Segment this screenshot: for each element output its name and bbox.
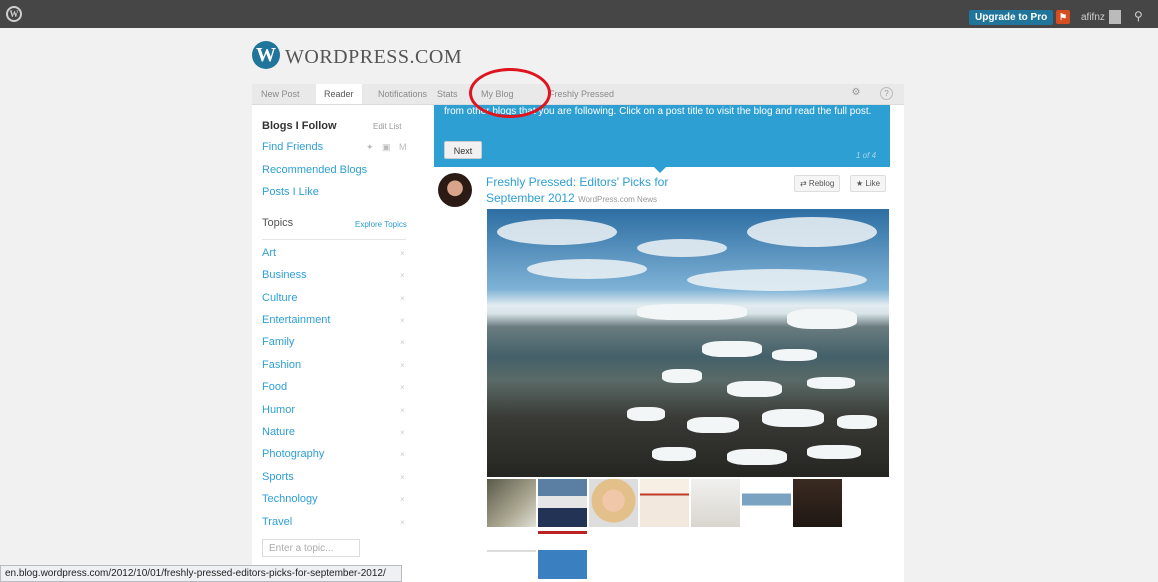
remove-topic-icon[interactable]: × xyxy=(400,473,405,482)
ice-chunk xyxy=(627,407,665,421)
remove-topic-icon[interactable]: × xyxy=(400,495,405,504)
browser-status-bar: en.blog.wordpress.com/2012/10/01/freshly… xyxy=(0,565,402,582)
cloud xyxy=(747,217,877,247)
divider xyxy=(262,239,406,240)
ice-chunk xyxy=(727,381,782,397)
like-button[interactable]: ★ Like xyxy=(850,175,887,192)
post-thumbnails xyxy=(487,479,847,582)
wordpress-logo-icon: W xyxy=(252,41,280,69)
remove-topic-icon[interactable]: × xyxy=(400,518,405,527)
tab-notifications[interactable]: Notifications xyxy=(378,84,427,104)
author-avatar[interactable] xyxy=(438,173,472,207)
username-link[interactable]: afifnz xyxy=(1081,10,1105,25)
reader-main: from other blogs that you are following.… xyxy=(416,105,904,582)
help-icon[interactable]: ? xyxy=(880,87,893,100)
ice-chunk xyxy=(807,377,855,389)
topic-sports[interactable]: Sports xyxy=(262,471,294,483)
remove-topic-icon[interactable]: × xyxy=(400,406,405,415)
recommended-blogs-link[interactable]: Recommended Blogs xyxy=(262,164,367,176)
reader-sidebar: Blogs I Follow Edit List Find Friends ✦ … xyxy=(252,105,416,582)
ice-chunk xyxy=(687,417,739,433)
tab-new-post[interactable]: New Post xyxy=(261,84,300,104)
thumbnail-image[interactable] xyxy=(793,479,842,527)
topic-travel[interactable]: Travel xyxy=(262,516,292,528)
tour-step-counter: 1 of 4 xyxy=(856,151,877,160)
remove-topic-icon[interactable]: × xyxy=(400,428,405,437)
post-title-block[interactable]: Freshly Pressed: Editors' Picks for Sept… xyxy=(486,174,706,208)
explore-topics-link[interactable]: Explore Topics xyxy=(355,220,407,229)
remove-topic-icon[interactable]: × xyxy=(400,450,405,459)
ice-chunk xyxy=(837,415,877,429)
topic-nature[interactable]: Nature xyxy=(262,426,295,438)
thumbnail-image[interactable] xyxy=(589,479,638,527)
social-icons[interactable]: ✦ ▣ M xyxy=(366,142,410,153)
topic-entertainment[interactable]: Entertainment xyxy=(262,314,330,326)
edit-list-link[interactable]: Edit List xyxy=(373,122,401,131)
tab-stats[interactable]: Stats xyxy=(437,84,458,104)
admin-bar: W Upgrade to Pro ⚑ afifnz ⚲ xyxy=(0,0,1158,28)
topic-input[interactable]: Enter a topic... xyxy=(262,539,360,557)
thumbnail-image[interactable] xyxy=(691,479,740,527)
remove-topic-icon[interactable]: × xyxy=(400,338,405,347)
topic-photography[interactable]: Photography xyxy=(262,448,324,460)
cloud xyxy=(527,259,647,279)
cloud xyxy=(497,219,617,245)
cloud xyxy=(687,269,867,291)
topic-technology[interactable]: Technology xyxy=(262,493,318,505)
remove-topic-icon[interactable]: × xyxy=(400,294,405,303)
topic-art[interactable]: Art xyxy=(262,247,276,259)
topic-humor[interactable]: Humor xyxy=(262,404,295,416)
topic-culture[interactable]: Culture xyxy=(262,292,297,304)
upgrade-to-pro-button[interactable]: Upgrade to Pro xyxy=(969,10,1054,25)
reblog-button[interactable]: ⇄ Reblog xyxy=(794,175,841,192)
posts-i-like-link[interactable]: Posts I Like xyxy=(262,186,319,198)
highlight-circle xyxy=(469,68,551,118)
thumbnail-image[interactable] xyxy=(487,531,536,579)
search-icon[interactable]: ⚲ xyxy=(1134,9,1143,23)
topic-fashion[interactable]: Fashion xyxy=(262,359,301,371)
wordpress-logo-icon[interactable]: W xyxy=(6,6,22,22)
ice-chunk xyxy=(772,349,817,361)
main-tabs: New Post Reader Notifications Stats My B… xyxy=(252,84,904,105)
remove-topic-icon[interactable]: × xyxy=(400,249,405,258)
ice-chunk xyxy=(652,447,696,461)
remove-topic-icon[interactable]: × xyxy=(400,316,405,325)
remove-topic-icon[interactable]: × xyxy=(400,361,405,370)
brand-name: WordPress.com xyxy=(285,46,463,68)
tab-freshly-pressed[interactable]: Freshly Pressed xyxy=(549,84,614,104)
tour-arrow xyxy=(654,167,666,173)
ice-chunk xyxy=(662,369,702,383)
ice-chunk xyxy=(762,409,824,427)
next-button[interactable]: Next xyxy=(444,141,482,159)
topic-food[interactable]: Food xyxy=(262,381,287,393)
ice-chunk xyxy=(702,341,762,357)
user-avatar[interactable] xyxy=(1109,10,1121,24)
thumbnail-image[interactable] xyxy=(538,531,587,579)
ice-chunk xyxy=(727,449,787,465)
post-hero-image[interactable] xyxy=(487,209,889,477)
topic-business[interactable]: Business xyxy=(262,269,307,281)
thumbnail-image[interactable] xyxy=(640,479,689,527)
thumbnail-image[interactable] xyxy=(487,479,536,527)
remove-topic-icon[interactable]: × xyxy=(400,383,405,392)
notifications-icon[interactable]: ⚑ xyxy=(1056,10,1070,24)
iceberg xyxy=(787,309,857,329)
thumbnail-image[interactable] xyxy=(538,479,587,527)
post-source[interactable]: WordPress.com News xyxy=(578,195,657,204)
cloud xyxy=(637,239,727,257)
find-friends-link[interactable]: Find Friends xyxy=(262,141,323,153)
thumbnail-image[interactable] xyxy=(742,479,791,527)
gear-icon[interactable]: ⚙ xyxy=(849,86,863,100)
iceberg xyxy=(637,304,747,320)
ice-chunk xyxy=(807,445,861,459)
topic-family[interactable]: Family xyxy=(262,336,294,348)
topics-heading: Topics xyxy=(262,217,294,229)
tab-reader[interactable]: Reader xyxy=(316,84,362,104)
blogs-i-follow-link[interactable]: Blogs I Follow xyxy=(262,120,337,132)
remove-topic-icon[interactable]: × xyxy=(400,271,405,280)
